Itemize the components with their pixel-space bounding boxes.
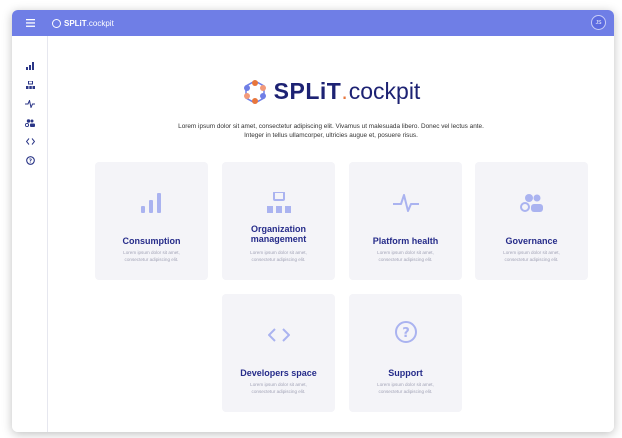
card-description: Lorem ipsum dolor sit amet, consectetur … [230, 382, 327, 395]
sidebar-item-support[interactable]: ? [12, 151, 48, 170]
help-icon: ? [349, 317, 462, 347]
people-icon [25, 118, 35, 127]
header-brand-split: SPLiT [64, 18, 87, 28]
card-title: Organization management [226, 224, 331, 244]
top-bar: SPLiT .cockpit JS [12, 10, 614, 36]
pulse-icon [25, 99, 35, 108]
header-brand[interactable]: SPLiT .cockpit [52, 18, 114, 28]
card-title: Support [388, 368, 423, 378]
help-icon: ? [25, 156, 35, 165]
sidebar-item-organization[interactable] [12, 75, 48, 94]
card-title: Consumption [122, 236, 181, 246]
code-icon [25, 138, 35, 145]
svg-text:?: ? [28, 159, 31, 165]
card-title-line-2: management [250, 234, 307, 244]
card-desc-line-2: consectetur adipiscing elit. [504, 256, 559, 262]
card-description: Lorem ipsum dolor sit amet, consectetur … [357, 382, 454, 395]
card-description: Lorem ipsum dolor sit amet, consectetur … [230, 250, 327, 263]
intro-line-1: Lorem ipsum dolor sit amet, consectetur … [178, 123, 484, 130]
sidebar: ? [12, 36, 48, 432]
svg-text:?: ? [402, 326, 410, 341]
card-description: Lorem ipsum dolor sit amet, consectetur … [483, 250, 580, 263]
intro-text: Lorem ipsum dolor sit amet, consectetur … [108, 122, 554, 140]
logo-icon [52, 18, 61, 28]
intro-line-2: Integer in tellus ullamcorper, ultricies… [244, 132, 418, 139]
card-consumption[interactable]: Consumption Lorem ipsum dolor sit amet, … [95, 162, 208, 280]
org-chart-icon [25, 80, 35, 89]
card-desc-line-2: consectetur adipiscing elit. [251, 388, 306, 394]
card-developers-space[interactable]: Developers space Lorem ipsum dolor sit a… [222, 294, 335, 412]
card-desc-line-2: consectetur adipiscing elit. [378, 256, 433, 262]
org-chart-icon [222, 188, 335, 218]
bar-chart-icon [95, 188, 208, 218]
logo-dot: . [341, 78, 348, 104]
bar-chart-icon [26, 61, 34, 70]
sidebar-item-developers[interactable] [12, 132, 48, 151]
app-window: SPLiT .cockpit JS ? SPLiT . cockpit Lore… [12, 10, 614, 432]
card-platform-health[interactable]: Platform health Lorem ipsum dolor sit am… [349, 162, 462, 280]
card-description: Lorem ipsum dolor sit amet, consectetur … [103, 250, 200, 263]
sidebar-item-governance[interactable] [12, 113, 48, 132]
logo-split: SPLiT [273, 78, 342, 104]
card-desc-line-2: consectetur adipiscing elit. [378, 388, 433, 394]
logo-icon [243, 79, 266, 104]
avatar[interactable]: JS [591, 15, 606, 30]
card-title: Governance [505, 236, 558, 246]
people-icon [475, 188, 588, 218]
code-icon [222, 320, 335, 350]
header-brand-cockpit: .cockpit [86, 18, 114, 28]
card-governance[interactable]: Governance Lorem ipsum dolor sit amet, c… [475, 162, 588, 280]
card-desc-line-2: consectetur adipiscing elit. [124, 256, 179, 262]
sidebar-item-platform-health[interactable] [12, 94, 48, 113]
card-description: Lorem ipsum dolor sit amet, consectetur … [357, 250, 454, 263]
page-logo: SPLiT. cockpit [48, 78, 614, 105]
card-title: Platform health [372, 236, 439, 246]
menu-icon[interactable] [12, 10, 48, 36]
sidebar-item-consumption[interactable] [12, 56, 48, 75]
card-title: Developers space [240, 368, 317, 378]
main-content: SPLiT. cockpit Lorem ipsum dolor sit amet… [48, 36, 614, 432]
logo-cockpit: cockpit [348, 78, 421, 104]
card-organization-management[interactable]: Organization management Lorem ipsum dolo… [222, 162, 335, 280]
card-desc-line-2: consectetur adipiscing elit. [251, 256, 306, 262]
pulse-icon [349, 188, 462, 218]
card-support[interactable]: ? Support Lorem ipsum dolor sit amet, co… [349, 294, 462, 412]
card-title-line-1: Organization [250, 224, 306, 234]
